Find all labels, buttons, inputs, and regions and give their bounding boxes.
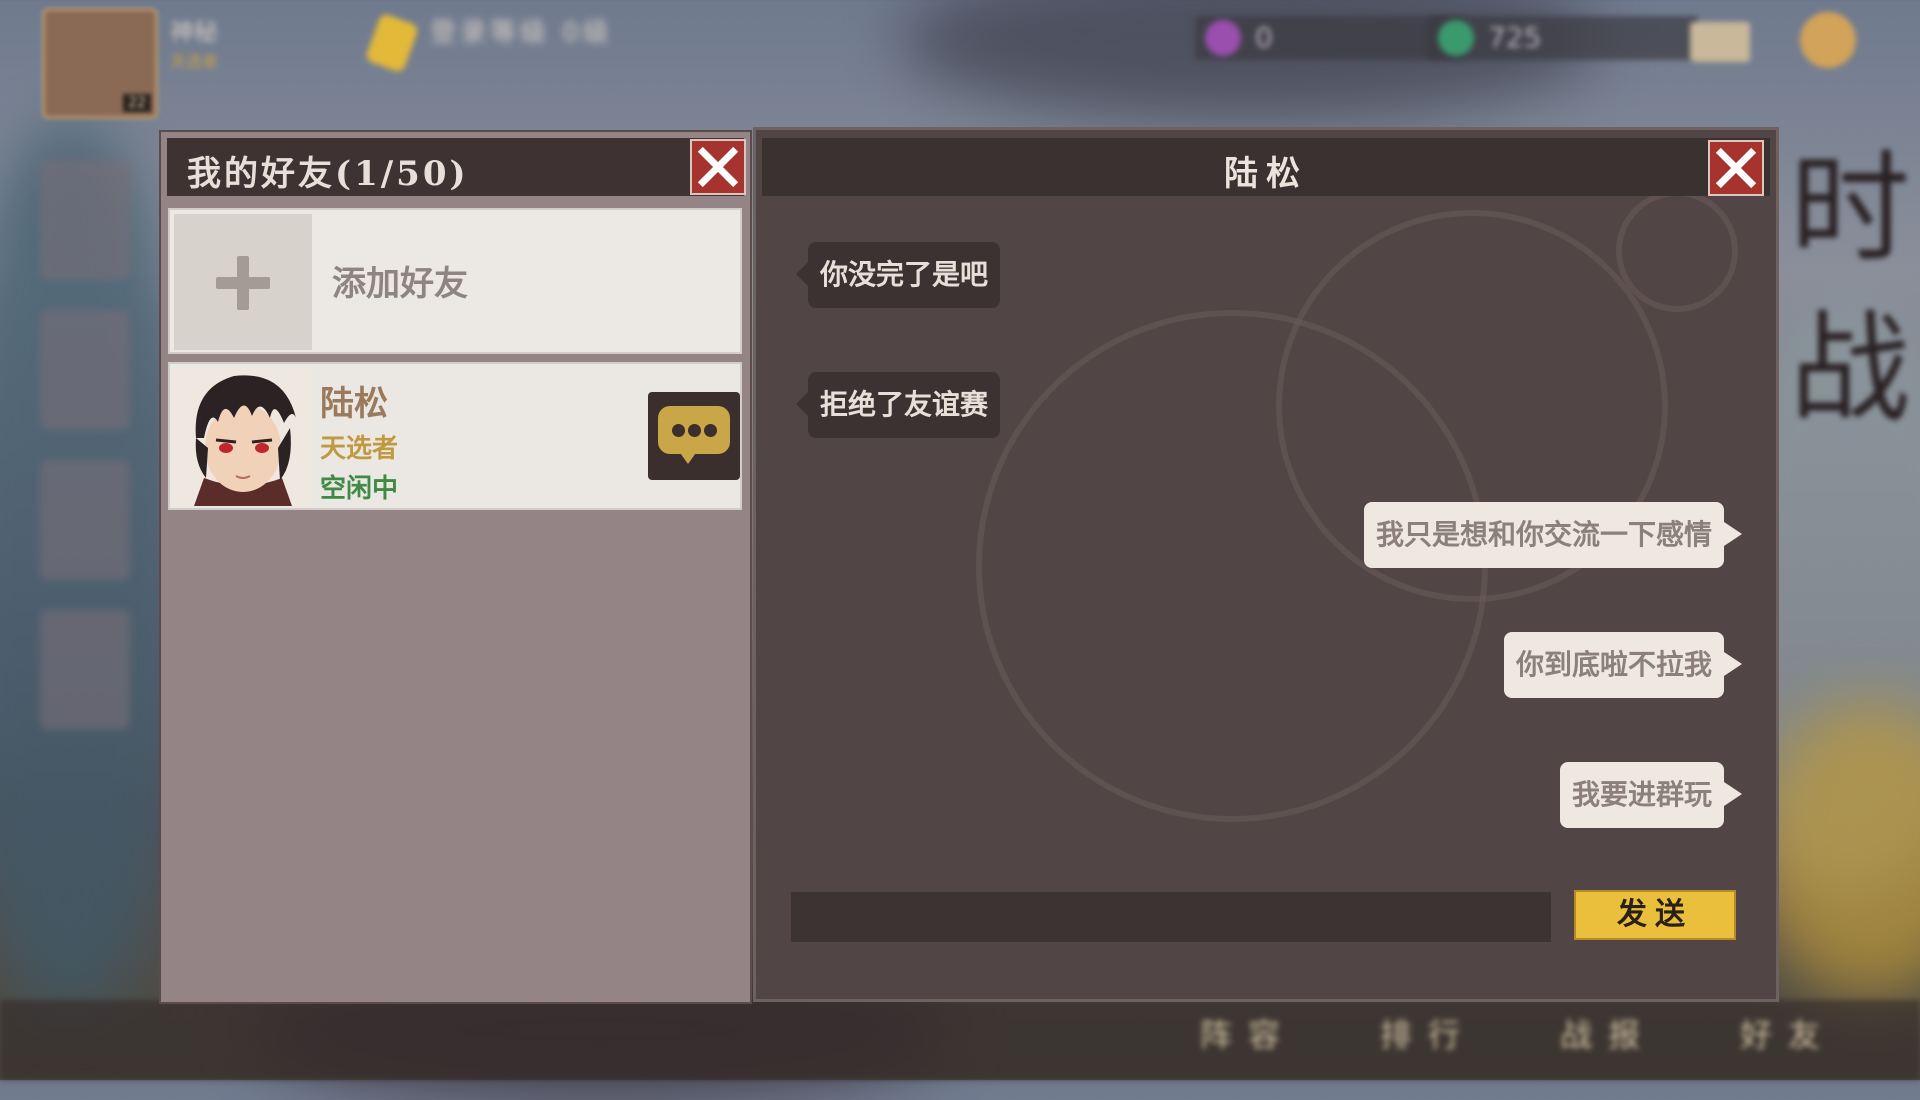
plus-icon (174, 214, 312, 350)
player-avatar[interactable]: 22 (42, 8, 158, 119)
side-menu-item[interactable] (40, 310, 130, 430)
send-button[interactable]: 发送 (1574, 890, 1736, 940)
chat-bubble-icon[interactable] (648, 392, 740, 480)
chat-input[interactable] (791, 892, 1551, 942)
player-rank: 天选者 (170, 52, 219, 71)
friend-rank: 天选者 (320, 434, 399, 464)
chat-message-outgoing: 你到底啦不拉我 (1503, 632, 1743, 698)
top-status-bar: 22 神秘 天选者 登录等级 0级 0 725 (0, 0, 1920, 120)
bottom-tab-lineup[interactable]: 阵容 (1200, 1010, 1296, 1056)
friends-close-icon[interactable] (690, 139, 746, 195)
crystal-icon (1438, 20, 1474, 56)
resource-gem[interactable]: 0 (1195, 16, 1465, 60)
friend-name: 陆松 (320, 384, 388, 424)
mail-icon[interactable] (1690, 22, 1750, 62)
side-menu-item[interactable] (40, 460, 130, 580)
bottom-tab-report[interactable]: 战报 (1560, 1010, 1656, 1056)
background-calligraphy: 时战 (1790, 140, 1910, 439)
chat-message-outgoing: 我要进群玩 (1559, 762, 1743, 828)
chat-message-incoming: 拒绝了友谊赛 (795, 372, 1001, 438)
panel-decoration (1616, 190, 1738, 312)
friends-panel-header: 我的好友(1/50) (167, 138, 746, 196)
left-side-menu (40, 160, 150, 1030)
gem-icon (1205, 20, 1241, 56)
add-friend-label: 添加好友 (332, 264, 468, 304)
bottom-nav-bar: 阵容 排行 战报 好友 (0, 1000, 1920, 1080)
side-menu-item[interactable] (40, 610, 130, 730)
chat-panel: 陆松 你没完了是吧 拒绝了友谊赛 我只是想和你交流一下感情 你到底啦不拉我 我要… (756, 130, 1776, 999)
chat-message-outgoing: 我只是想和你交流一下感情 (1363, 502, 1743, 568)
gem-count: 0 (1255, 21, 1273, 54)
bottom-tab-rank[interactable]: 排行 (1380, 1010, 1476, 1056)
login-level-text: 登录等级 0级 (430, 18, 613, 48)
player-level-badge: 22 (123, 94, 151, 112)
crystal-count: 725 (1488, 21, 1542, 54)
friend-avatar (174, 368, 312, 506)
friends-panel-title: 我的好友(1/50) (187, 154, 469, 194)
friend-status: 空闲中 (320, 474, 399, 504)
friend-list-item[interactable]: 陆松 天选者 空闲中 (168, 362, 742, 510)
resource-crystal[interactable]: 725 (1428, 16, 1698, 60)
bottom-tab-friends[interactable]: 好友 (1740, 1010, 1836, 1056)
chat-close-icon[interactable] (1708, 140, 1764, 196)
player-name: 神秘 (170, 18, 218, 46)
friends-panel: 我的好友(1/50) 添加好友 陆松 天选者 空闲中 (161, 132, 750, 1002)
chat-title: 陆松 (1224, 154, 1308, 194)
side-menu-item[interactable] (40, 160, 130, 280)
gold-icon (364, 12, 420, 74)
settings-gear-icon[interactable] (1800, 12, 1856, 68)
chat-header: 陆松 (762, 138, 1770, 196)
add-friend-button[interactable]: 添加好友 (168, 208, 742, 354)
chat-message-incoming: 你没完了是吧 (795, 242, 1001, 308)
